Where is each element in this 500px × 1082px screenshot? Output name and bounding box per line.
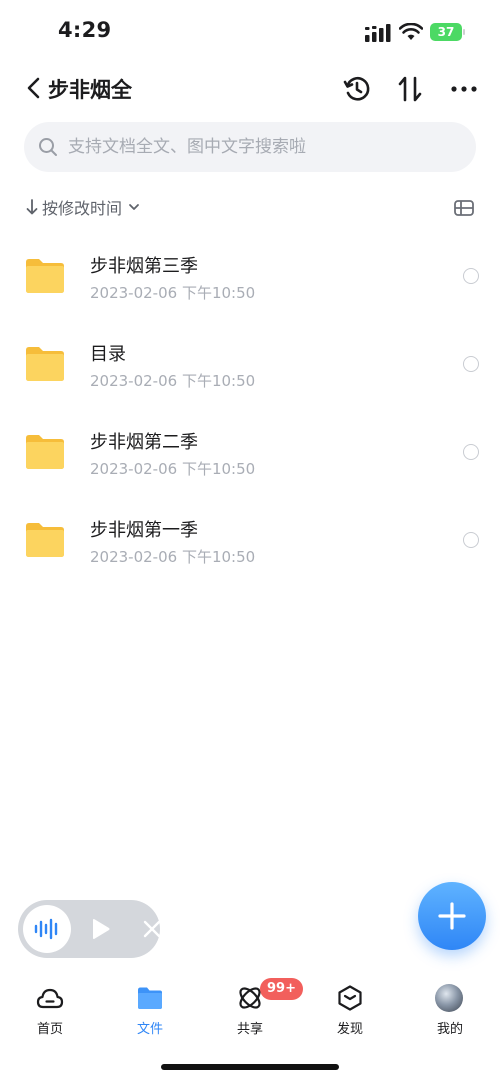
select-radio[interactable]: [463, 356, 479, 372]
tab-home[interactable]: 首页: [0, 984, 100, 1044]
history-button[interactable]: [340, 72, 374, 106]
sort-button[interactable]: [393, 72, 427, 106]
select-radio[interactable]: [463, 268, 479, 284]
file-name: 步非烟第三季: [90, 256, 198, 277]
status-bar: 4:29 37: [0, 0, 500, 60]
more-icon: [451, 86, 477, 92]
signal-icon: [365, 24, 391, 42]
back-icon[interactable]: [22, 74, 48, 102]
file-list: 步非烟第三季 2023-02-06 下午10:50 目录 2023-02-06 …: [0, 232, 500, 584]
page-title: 步非烟全: [48, 78, 132, 102]
battery-indicator: 37: [430, 23, 462, 41]
header: 步非烟全: [0, 60, 500, 116]
plus-icon: [438, 902, 466, 930]
sort-icon: [398, 76, 422, 102]
file-date: 2023-02-06 下午10:50: [90, 284, 256, 302]
file-date: 2023-02-06 下午10:50: [90, 548, 256, 566]
discover-icon: [338, 985, 362, 1011]
battery-cap: [463, 29, 465, 35]
select-radio[interactable]: [463, 532, 479, 548]
home-indicator[interactable]: [161, 1064, 339, 1070]
play-icon[interactable]: [88, 917, 112, 941]
folder-icon: [26, 523, 64, 557]
file-name: 步非烟第一季: [90, 520, 198, 541]
file-name: 步非烟第二季: [90, 432, 198, 453]
tab-label: 我的: [436, 1022, 463, 1037]
tab-discover[interactable]: 发现: [300, 984, 400, 1044]
avatar: [435, 984, 463, 1012]
folder-icon: [138, 987, 162, 1009]
search-input[interactable]: [66, 136, 450, 158]
more-button[interactable]: [447, 72, 481, 106]
tab-me[interactable]: 我的: [400, 984, 500, 1044]
cloud-icon: [36, 988, 64, 1009]
select-radio[interactable]: [463, 444, 479, 460]
history-icon: [343, 77, 370, 101]
file-row[interactable]: 步非烟第一季 2023-02-06 下午10:50: [0, 496, 500, 584]
tab-label: 文件: [136, 1022, 163, 1037]
audio-wave-button[interactable]: [23, 905, 71, 953]
sort-label: 按修改时间: [42, 199, 123, 218]
folder-icon: [26, 347, 64, 381]
tab-bar: 首页 文件 共享 发现 我的: [0, 976, 500, 1046]
file-name: 目录: [90, 344, 126, 365]
file-date: 2023-02-06 下午10:50: [90, 460, 256, 478]
tab-files[interactable]: 文件: [100, 984, 200, 1044]
file-row[interactable]: 步非烟第二季 2023-02-06 下午10:50: [0, 408, 500, 496]
file-row[interactable]: 目录 2023-02-06 下午10:50: [0, 320, 500, 408]
add-button[interactable]: [418, 882, 486, 950]
chevron-down-icon: [129, 204, 139, 210]
close-icon[interactable]: [142, 919, 162, 939]
search-bar[interactable]: [24, 122, 476, 172]
wifi-icon: [399, 23, 423, 40]
view-toggle-icon[interactable]: [452, 197, 476, 219]
tab-label: 发现: [336, 1022, 363, 1037]
file-date: 2023-02-06 下午10:50: [90, 372, 256, 390]
soundwave-icon: [34, 918, 58, 940]
arrow-down-icon: [26, 199, 38, 215]
status-time: 4:29: [58, 18, 112, 42]
folder-icon: [26, 259, 64, 293]
battery-level: 37: [437, 25, 455, 39]
sort-selector[interactable]: 按修改时间: [26, 194, 140, 220]
tab-label: 首页: [36, 1022, 63, 1037]
audio-mini-player: [18, 900, 162, 958]
search-icon: [39, 138, 57, 156]
file-row[interactable]: 步非烟第三季 2023-02-06 下午10:50: [0, 232, 500, 320]
folder-icon: [26, 435, 64, 469]
tab-label: 共享: [236, 1022, 263, 1037]
notification-badge: 99+: [260, 978, 303, 1000]
